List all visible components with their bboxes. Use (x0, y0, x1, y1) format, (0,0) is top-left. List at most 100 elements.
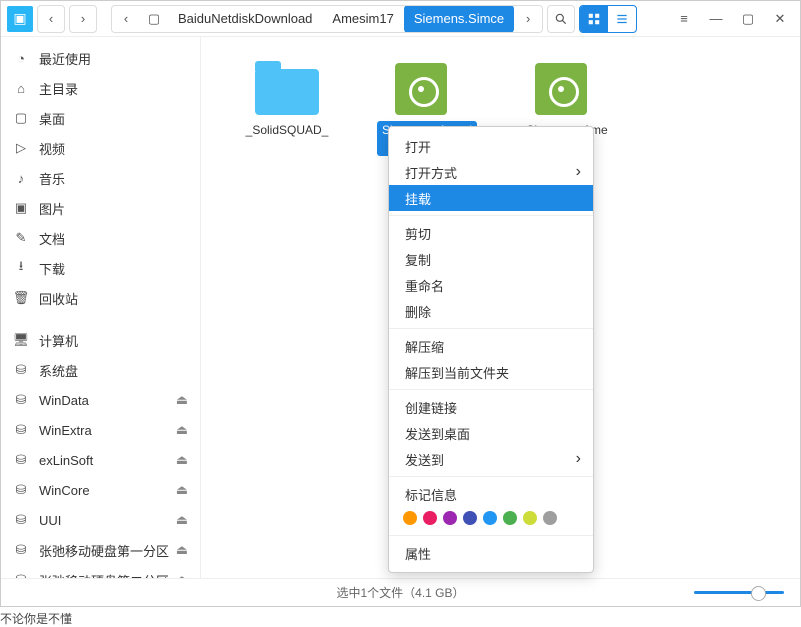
tag-color[interactable] (543, 511, 557, 525)
sidebar-item-label: WinExtra (39, 423, 92, 438)
nav-up-button[interactable]: ‹ (112, 5, 140, 33)
disk-icon: ⛁ (13, 392, 29, 408)
context-menu-item[interactable]: 打开方式 (389, 159, 593, 185)
zoom-slider[interactable] (694, 591, 784, 594)
folder-icon (255, 63, 319, 115)
sidebar-item[interactable]: ⛁ WinData ⏏ (1, 385, 200, 415)
file-name: _SolidSQUAD_ (242, 121, 333, 141)
clock-icon: ◔ (13, 51, 29, 66)
eject-icon[interactable]: ⏏ (176, 422, 188, 438)
context-menu-item[interactable]: 重命名 (389, 272, 593, 298)
disk-icon: ⛁ (13, 452, 29, 468)
sidebar-item[interactable]: ⛁ 张弛移动硬盘第一分区 ⏏ (1, 535, 200, 565)
eject-icon[interactable]: ⏏ (176, 452, 188, 468)
disk-icon: ⛁ (13, 422, 29, 438)
disk-icon: ⛁ (13, 362, 29, 378)
menu-button[interactable]: ≡ (670, 5, 698, 33)
tag-color[interactable] (503, 511, 517, 525)
sidebar-item[interactable]: ⛁ WinExtra ⏏ (1, 415, 200, 445)
context-menu-item[interactable]: 复制 (389, 246, 593, 272)
sidebar-item[interactable]: ⛁张弛移动硬盘第二分区⏏ (1, 565, 200, 578)
sidebar-item[interactable]: ⛁系统盘 (1, 355, 200, 385)
context-menu-separator (389, 389, 593, 390)
sidebar-item[interactable]: ♪ 音乐 (1, 163, 200, 193)
sidebar-item-label: 视频 (39, 139, 65, 158)
breadcrumb-item-0[interactable]: BaiduNetdiskDownload (168, 5, 322, 33)
eject-icon[interactable]: ⏏ (176, 542, 188, 558)
sidebar-item-label: WinData (39, 393, 89, 408)
tag-color[interactable] (483, 511, 497, 525)
sidebar-item[interactable]: ⌂ 主目录 (1, 73, 200, 103)
disc-image-icon (395, 63, 459, 115)
context-menu-separator (389, 476, 593, 477)
tag-color[interactable] (403, 511, 417, 525)
sidebar-item-label: 音乐 (39, 169, 65, 188)
context-menu-item[interactable]: 发送到 (389, 446, 593, 472)
breadcrumb: ‹ ▢ BaiduNetdiskDownload Amesim17 Siemen… (111, 5, 543, 33)
sidebar-item[interactable]: ▢桌面 (1, 103, 200, 133)
eject-icon[interactable]: ⏏ (176, 482, 188, 498)
tag-color[interactable] (463, 511, 477, 525)
sidebar-item-label: 主目录 (39, 79, 78, 98)
device-icon[interactable]: ▢ (140, 5, 168, 33)
context-menu-item[interactable]: 打开 (389, 133, 593, 159)
sidebar-item[interactable]: ⛁UUI⏏ (1, 505, 200, 535)
disk-icon: ⛁ (13, 542, 29, 558)
sidebar-item[interactable]: ▷视频 (1, 133, 200, 163)
context-menu: 打开打开方式挂载剪切复制重命名删除解压缩解压到当前文件夹创建链接发送到桌面发送到… (388, 126, 594, 573)
context-menu-item[interactable]: 解压到当前文件夹 (389, 359, 593, 385)
status-bar: 选中1个文件（4.1 GB） (1, 578, 800, 606)
sidebar-item-label: 图片 (39, 199, 65, 218)
sidebar-item[interactable]: 🗑 回收站 (1, 283, 200, 313)
download-icon: ⭳ (13, 257, 29, 279)
sidebar-item[interactable]: ✎文档 (1, 223, 200, 253)
context-menu-item[interactable]: 剪切 (389, 220, 593, 246)
tag-color[interactable] (523, 511, 537, 525)
toolbar: ▣ ‹ › ‹ ▢ BaiduNetdiskDownload Amesim17 … (1, 1, 800, 37)
music-icon: ♪ (13, 171, 29, 186)
sidebar-item-label: 张弛移动硬盘第一分区 (39, 541, 169, 560)
desktop-icon: ▢ (13, 110, 29, 126)
window-minimize-button[interactable]: — (702, 5, 730, 33)
sidebar-item[interactable]: 🖥计算机 (1, 325, 200, 355)
nav-back-button[interactable]: ‹ (37, 5, 65, 33)
context-menu-item: 标记信息 (389, 481, 593, 507)
search-button[interactable] (547, 5, 575, 33)
tag-color[interactable] (443, 511, 457, 525)
sidebar-item-label: WinCore (39, 483, 90, 498)
context-menu-item[interactable]: 创建链接 (389, 394, 593, 420)
view-grid-button[interactable] (580, 6, 608, 32)
home-icon: ⌂ (13, 81, 29, 96)
view-list-button[interactable] (608, 6, 636, 32)
context-menu-item[interactable]: 属性 (389, 540, 593, 566)
context-menu-item[interactable]: 发送到桌面 (389, 420, 593, 446)
sidebar-item-label: UUI (39, 513, 61, 528)
sidebar-item-label: 文档 (39, 229, 65, 248)
computer-icon: 🖥 (13, 332, 29, 348)
eject-icon[interactable]: ⏏ (176, 512, 188, 528)
file-item[interactable]: _SolidSQUAD_ (237, 63, 337, 141)
window-maximize-button[interactable]: ▢ (734, 5, 762, 33)
context-menu-item[interactable]: 删除 (389, 298, 593, 324)
eject-icon[interactable]: ⏏ (176, 392, 188, 408)
context-menu-item[interactable]: 挂载 (389, 185, 593, 211)
breadcrumb-item-1[interactable]: Amesim17 (322, 5, 403, 33)
tag-color-row (389, 507, 593, 531)
status-text: 选中1个文件（4.1 GB） (336, 584, 464, 601)
sidebar: ◔最近使用⌂主目录▢桌面▷视频♪音乐▣图片✎文档⭳下载🗑回收站🖥计算机⛁系统盘⛁… (1, 37, 201, 578)
sidebar-item[interactable]: ▣图片 (1, 193, 200, 223)
breadcrumb-more-button[interactable]: › (514, 5, 542, 33)
sidebar-item[interactable]: ⛁exLinSoft⏏ (1, 445, 200, 475)
context-menu-item[interactable]: 解压缩 (389, 333, 593, 359)
breadcrumb-item-2[interactable]: Siemens.Simce (404, 5, 514, 33)
tag-color[interactable] (423, 511, 437, 525)
context-menu-separator (389, 328, 593, 329)
nav-forward-button[interactable]: › (69, 5, 97, 33)
app-logo-icon: ▣ (7, 6, 33, 32)
sidebar-item-label: 回收站 (39, 289, 78, 308)
window-close-button[interactable]: ✕ (766, 5, 794, 33)
sidebar-item[interactable]: ◔最近使用 (1, 43, 200, 73)
trash-icon: 🗑 (13, 290, 29, 306)
sidebar-item[interactable]: ⛁WinCore⏏ (1, 475, 200, 505)
sidebar-item[interactable]: ⭳下载 (1, 253, 200, 283)
